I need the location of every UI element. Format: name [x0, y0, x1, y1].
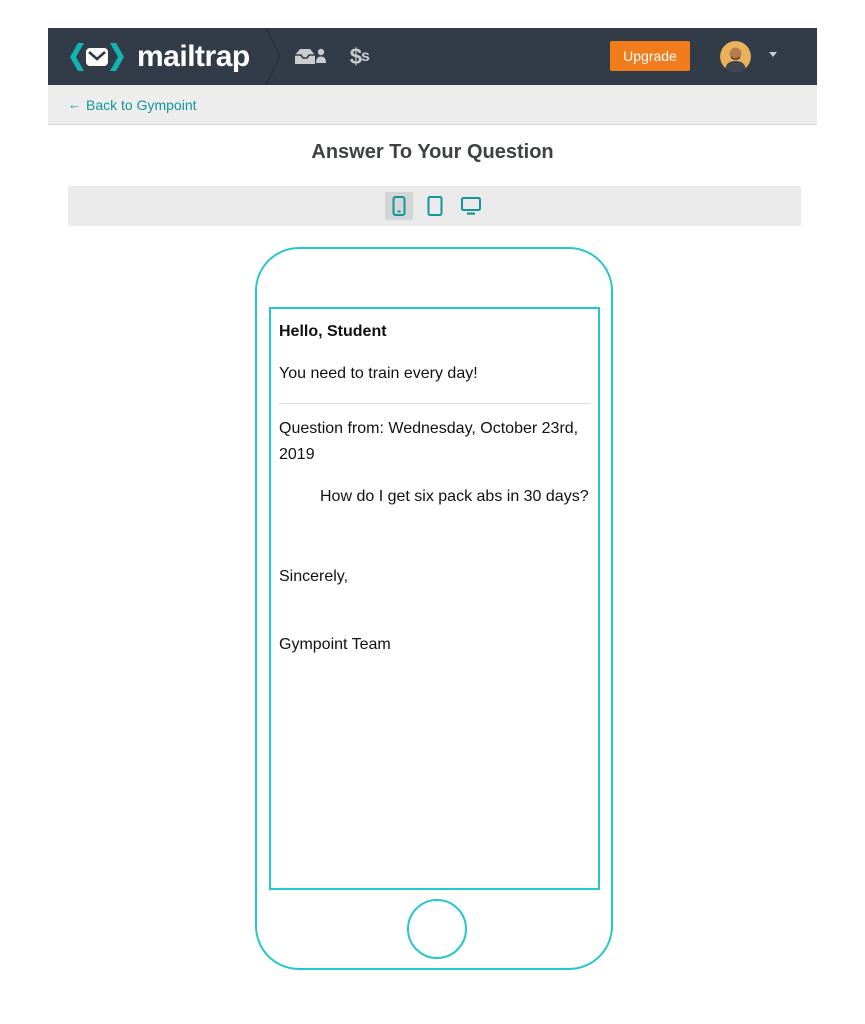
phone-home-button[interactable] [407, 899, 467, 959]
email-signature: Gympoint Team [279, 636, 391, 653]
mailtrap-logo[interactable]: mailtrap [48, 28, 250, 85]
desktop-icon [460, 197, 481, 215]
breadcrumb: ← Back to Gympoint [48, 85, 817, 125]
question-text: How do I get six pack abs in 30 days? [320, 488, 589, 505]
email-message: You need to train every day! [279, 365, 478, 382]
back-link[interactable]: ← Back to Gympoint [68, 97, 197, 113]
tablet-icon [427, 196, 442, 216]
email-divider [279, 403, 590, 404]
billing-icon[interactable]: $ s [349, 43, 370, 70]
email-preview: Hello, Student You need to train every d… [269, 307, 600, 890]
logo-text: mailtrap [137, 39, 250, 73]
question-date: Question from: Wednesday, October 23rd, … [279, 420, 579, 463]
billing-dollar-small: s [360, 47, 370, 65]
logo-envelope-icon [66, 41, 128, 73]
avatar[interactable] [720, 41, 751, 72]
app-window: mailtrap $ s Upgrade ← Back to Gympoint … [48, 27, 817, 226]
nav-icons: $ s [292, 43, 370, 70]
back-link-label: Back to Gympoint [86, 96, 197, 113]
nav-separator [262, 27, 284, 86]
billing-dollar: $ [349, 43, 362, 69]
tablet-view-button[interactable] [421, 192, 449, 220]
mobile-view-button[interactable] [384, 192, 413, 220]
email-closing: Sincerely, [279, 568, 349, 585]
back-arrow-icon: ← [68, 97, 81, 112]
upgrade-button[interactable]: Upgrade [610, 41, 690, 71]
mobile-icon [392, 196, 405, 216]
top-navbar: mailtrap $ s Upgrade [48, 27, 817, 86]
desktop-view-button[interactable] [457, 192, 485, 220]
caret-down-icon[interactable] [769, 52, 777, 57]
page-title: Answer To Your Question [311, 141, 554, 163]
inboxes-icon[interactable] [292, 46, 328, 68]
device-toggle-bar [68, 186, 801, 226]
email-greeting: Hello, Student [279, 323, 387, 340]
